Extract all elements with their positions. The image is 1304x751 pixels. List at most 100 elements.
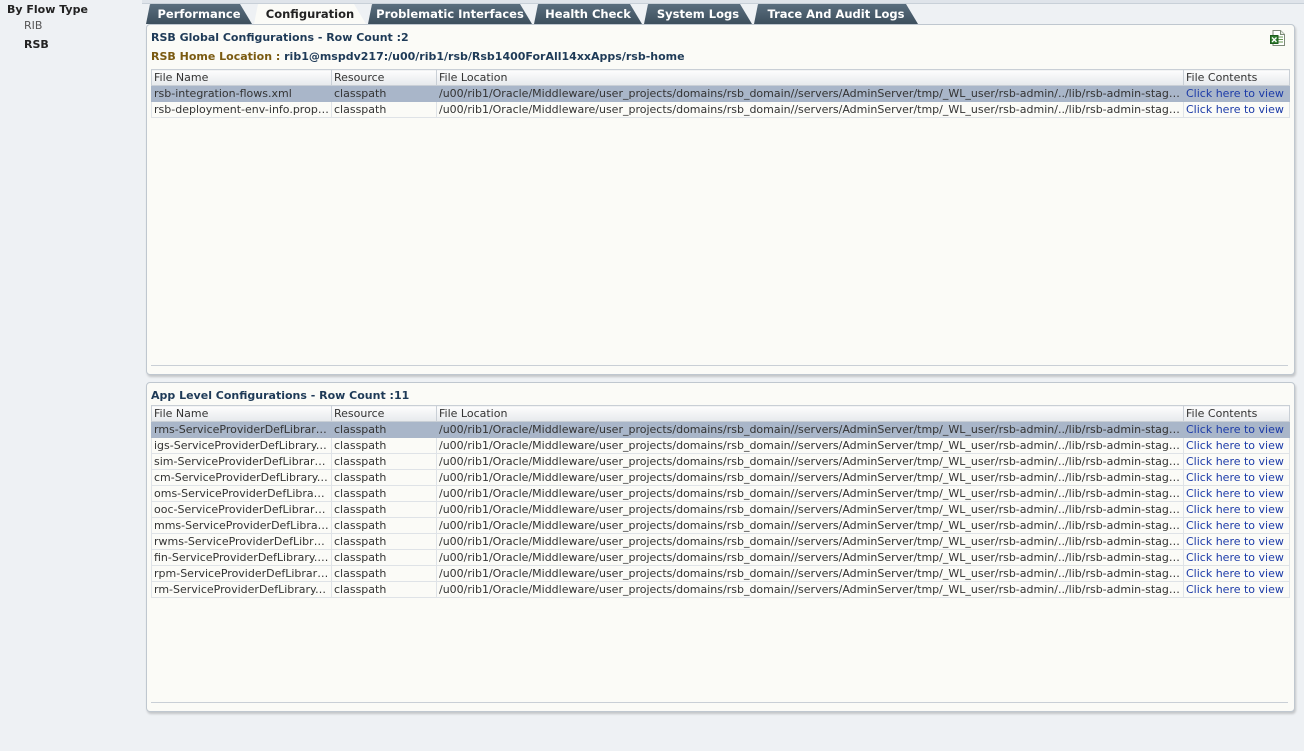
tab-configuration[interactable]: Configuration bbox=[254, 4, 366, 24]
cell-file-name: rsb-deployment-env-info.properties bbox=[151, 101, 332, 118]
table-row[interactable]: fin-ServiceProviderDefLibrary.xml classp… bbox=[151, 549, 1290, 566]
cell-file-contents: Click here to view bbox=[1183, 101, 1290, 118]
view-file-link[interactable]: Click here to view bbox=[1186, 103, 1284, 116]
cell-file-name: rms-ServiceProviderDefLibrary.xml bbox=[151, 421, 332, 438]
app-config-panel: App Level Configurations - Row Count :11… bbox=[146, 382, 1295, 712]
column-header-file-contents[interactable]: File Contents bbox=[1183, 405, 1290, 422]
column-header-file-name[interactable]: File Name bbox=[151, 405, 332, 422]
view-file-link[interactable]: Click here to view bbox=[1186, 535, 1284, 548]
view-file-link[interactable]: Click here to view bbox=[1186, 423, 1284, 436]
cell-resource: classpath bbox=[331, 501, 437, 518]
column-header-file-location[interactable]: File Location bbox=[436, 405, 1184, 422]
table-header-row: File Name Resource File Location File Co… bbox=[151, 405, 1290, 422]
cell-file-contents: Click here to view bbox=[1183, 469, 1290, 486]
view-file-link[interactable]: Click here to view bbox=[1186, 87, 1284, 100]
cell-file-location: /u00/rib1/Oracle/Middleware/user_project… bbox=[436, 485, 1184, 502]
cell-file-contents: Click here to view bbox=[1183, 485, 1290, 502]
cell-file-location: /u00/rib1/Oracle/Middleware/user_project… bbox=[436, 453, 1184, 470]
cell-file-name: fin-ServiceProviderDefLibrary.xml bbox=[151, 549, 332, 566]
global-config-panel: RSB Global Configurations - Row Count :2… bbox=[146, 24, 1295, 375]
app-config-title: App Level Configurations - Row Count :11 bbox=[151, 389, 410, 402]
column-header-resource[interactable]: Resource bbox=[331, 405, 437, 422]
cell-file-location: /u00/rib1/Oracle/Middleware/user_project… bbox=[436, 469, 1184, 486]
table-row[interactable]: rm-ServiceProviderDefLibrary.xml classpa… bbox=[151, 581, 1290, 598]
cell-file-name: rm-ServiceProviderDefLibrary.xml bbox=[151, 581, 332, 598]
cell-resource: classpath bbox=[331, 517, 437, 534]
table-row[interactable]: igs-ServiceProviderDefLibrary.xml classp… bbox=[151, 437, 1290, 454]
global-config-title: RSB Global Configurations - Row Count :2 bbox=[151, 31, 409, 44]
cell-resource: classpath bbox=[331, 453, 437, 470]
column-header-file-name[interactable]: File Name bbox=[151, 69, 332, 86]
tab-health-check[interactable]: Health Check bbox=[534, 4, 642, 24]
view-file-link[interactable]: Click here to view bbox=[1186, 567, 1284, 580]
cell-file-contents: Click here to view bbox=[1183, 421, 1290, 438]
table-header-row: File Name Resource File Location File Co… bbox=[151, 69, 1290, 86]
top-bar bbox=[142, 0, 1304, 4]
table-row[interactable]: rpm-ServiceProviderDefLibrary.xml classp… bbox=[151, 565, 1290, 582]
cell-file-name: rpm-ServiceProviderDefLibrary.xml bbox=[151, 565, 332, 582]
table-row[interactable]: rms-ServiceProviderDefLibrary.xml classp… bbox=[151, 421, 1290, 438]
table-row[interactable]: rsb-integration-flows.xml classpath /u00… bbox=[151, 85, 1290, 102]
table-row[interactable]: mms-ServiceProviderDefLibrary.xml classp… bbox=[151, 517, 1290, 534]
view-file-link[interactable]: Click here to view bbox=[1186, 471, 1284, 484]
cell-file-name: igs-ServiceProviderDefLibrary.xml bbox=[151, 437, 332, 454]
view-file-link[interactable]: Click here to view bbox=[1186, 583, 1284, 596]
tab-performance[interactable]: Performance bbox=[146, 4, 252, 24]
nav-heading: By Flow Type bbox=[7, 3, 88, 16]
cell-file-contents: Click here to view bbox=[1183, 453, 1290, 470]
home-location: RSB Home Location : rib1@mspdv217:/u00/r… bbox=[151, 50, 685, 63]
export-to-excel-icon[interactable] bbox=[1270, 30, 1285, 46]
nav-item-rsb[interactable]: RSB bbox=[24, 38, 49, 51]
cell-resource: classpath bbox=[331, 85, 437, 102]
view-file-link[interactable]: Click here to view bbox=[1186, 455, 1284, 468]
nav-item-rib[interactable]: RIB bbox=[24, 19, 42, 32]
cell-file-contents: Click here to view bbox=[1183, 437, 1290, 454]
cell-resource: classpath bbox=[331, 549, 437, 566]
column-header-file-location[interactable]: File Location bbox=[436, 69, 1184, 86]
cell-file-location: /u00/rib1/Oracle/Middleware/user_project… bbox=[436, 421, 1184, 438]
home-location-label: RSB Home Location : bbox=[151, 50, 281, 63]
view-file-link[interactable]: Click here to view bbox=[1186, 503, 1284, 516]
home-location-value: rib1@mspdv217:/u00/rib1/rsb/Rsb1400ForAl… bbox=[284, 50, 685, 63]
table-row[interactable]: rwms-ServiceProviderDefLibrary.xml class… bbox=[151, 533, 1290, 550]
table-row[interactable]: cm-ServiceProviderDefLibrary.xml classpa… bbox=[151, 469, 1290, 486]
cell-file-location: /u00/rib1/Oracle/Middleware/user_project… bbox=[436, 437, 1184, 454]
table-row[interactable]: oms-ServiceProviderDefLibrary.xml classp… bbox=[151, 485, 1290, 502]
table-row[interactable]: ooc-ServiceProviderDefLibrary.xml classp… bbox=[151, 501, 1290, 518]
global-config-table: File Name Resource File Location File Co… bbox=[151, 69, 1290, 118]
cell-resource: classpath bbox=[331, 421, 437, 438]
cell-file-location: /u00/rib1/Oracle/Middleware/user_project… bbox=[436, 533, 1184, 550]
cell-file-contents: Click here to view bbox=[1183, 533, 1290, 550]
tab-problematic-interfaces[interactable]: Problematic Interfaces bbox=[368, 4, 532, 24]
view-file-link[interactable]: Click here to view bbox=[1186, 551, 1284, 564]
cell-file-contents: Click here to view bbox=[1183, 565, 1290, 582]
cell-file-contents: Click here to view bbox=[1183, 581, 1290, 598]
view-file-link[interactable]: Click here to view bbox=[1186, 519, 1284, 532]
cell-file-contents: Click here to view bbox=[1183, 517, 1290, 534]
cell-resource: classpath bbox=[331, 437, 437, 454]
tab-trace-and-audit-logs[interactable]: Trace And Audit Logs bbox=[754, 4, 918, 24]
cell-file-location: /u00/rib1/Oracle/Middleware/user_project… bbox=[436, 501, 1184, 518]
cell-file-contents: Click here to view bbox=[1183, 85, 1290, 102]
cell-resource: classpath bbox=[331, 533, 437, 550]
cell-resource: classpath bbox=[331, 485, 437, 502]
cell-file-name: cm-ServiceProviderDefLibrary.xml bbox=[151, 469, 332, 486]
cell-file-name: sim-ServiceProviderDefLibrary.xml bbox=[151, 453, 332, 470]
cell-file-name: ooc-ServiceProviderDefLibrary.xml bbox=[151, 501, 332, 518]
cell-file-name: oms-ServiceProviderDefLibrary.xml bbox=[151, 485, 332, 502]
column-header-file-contents[interactable]: File Contents bbox=[1183, 69, 1290, 86]
cell-file-location: /u00/rib1/Oracle/Middleware/user_project… bbox=[436, 101, 1184, 118]
tab-system-logs[interactable]: System Logs bbox=[644, 4, 752, 24]
cell-file-name: rsb-integration-flows.xml bbox=[151, 85, 332, 102]
cell-file-location: /u00/rib1/Oracle/Middleware/user_project… bbox=[436, 581, 1184, 598]
cell-file-name: mms-ServiceProviderDefLibrary.xml bbox=[151, 517, 332, 534]
app-config-table: File Name Resource File Location File Co… bbox=[151, 405, 1290, 598]
view-file-link[interactable]: Click here to view bbox=[1186, 439, 1284, 452]
column-header-resource[interactable]: Resource bbox=[331, 69, 437, 86]
cell-file-location: /u00/rib1/Oracle/Middleware/user_project… bbox=[436, 517, 1184, 534]
cell-resource: classpath bbox=[331, 101, 437, 118]
cell-file-contents: Click here to view bbox=[1183, 549, 1290, 566]
table-row[interactable]: sim-ServiceProviderDefLibrary.xml classp… bbox=[151, 453, 1290, 470]
view-file-link[interactable]: Click here to view bbox=[1186, 487, 1284, 500]
table-row[interactable]: rsb-deployment-env-info.properties class… bbox=[151, 101, 1290, 118]
